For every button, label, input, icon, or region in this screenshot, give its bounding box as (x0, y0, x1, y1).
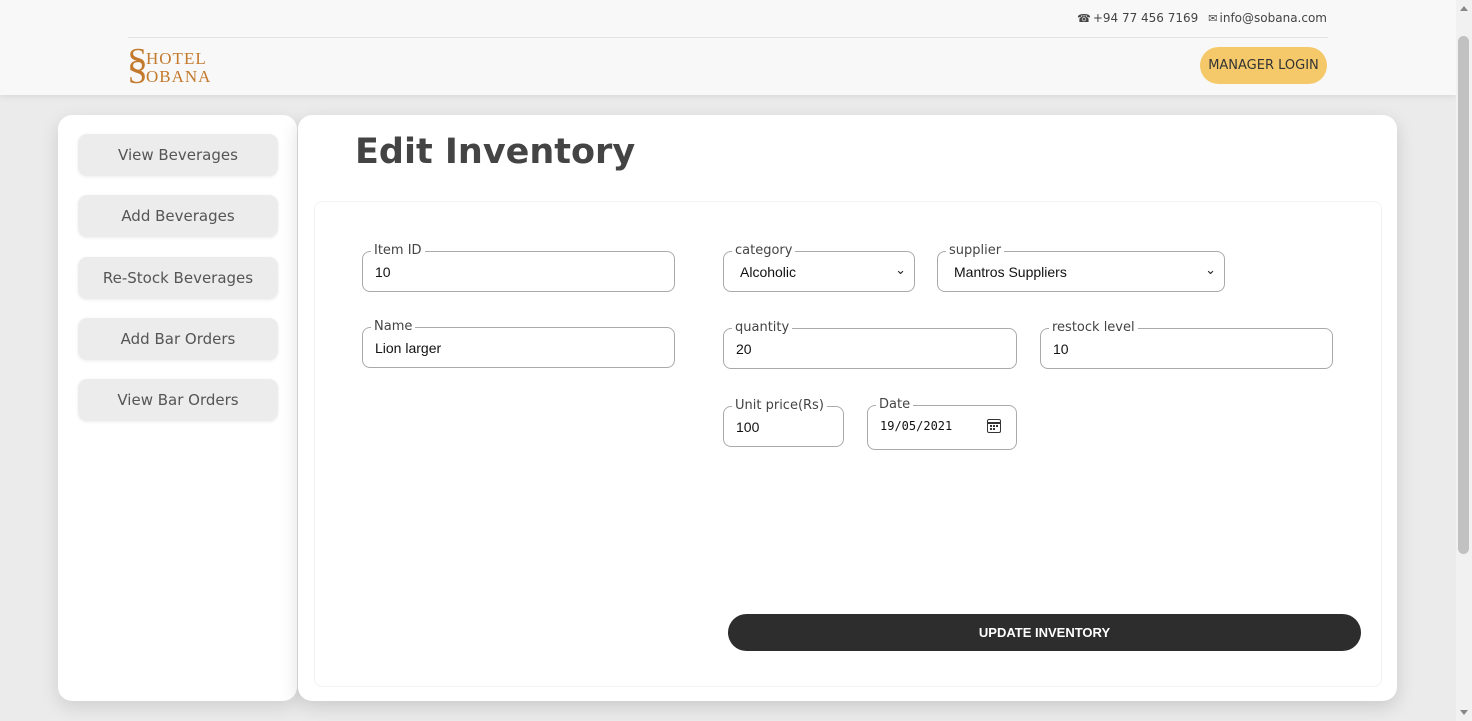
name-field[interactable]: Name Lion larger (362, 319, 675, 368)
vertical-scrollbar[interactable] (1456, 0, 1472, 721)
supplier-select[interactable]: supplier Mantros Suppliers ⌄ (937, 243, 1225, 292)
chevron-down-icon: ⌄ (1205, 262, 1216, 277)
sidebar: View Beverages Add Beverages Re-Stock Be… (58, 115, 297, 701)
main-panel: Edit Inventory Item ID 10 category Alcoh… (298, 115, 1397, 701)
restock-level-label: restock level (1049, 320, 1138, 336)
quantity-value: 20 (736, 341, 752, 357)
calendar-icon[interactable] (987, 419, 1001, 433)
logo-word-hotel: HOTEL (146, 49, 207, 68)
date-value: 19/05/2021 (880, 419, 953, 433)
restock-level-value: 10 (1053, 341, 1069, 357)
envelope-icon: ✉ (1208, 12, 1218, 25)
category-value: Alcoholic (740, 264, 797, 280)
phone-icon: ☎ (1077, 12, 1091, 25)
name-value: Lion larger (375, 340, 442, 356)
sidebar-item-view-beverages[interactable]: View Beverages (78, 134, 278, 176)
logo-letter-s-bottom: S (128, 54, 147, 91)
header-divider (128, 37, 1328, 38)
date-label: Date (876, 397, 914, 413)
phone-contact[interactable]: ☎ +94 77 456 7169 (1077, 11, 1198, 25)
sidebar-item-restock-beverages[interactable]: Re-Stock Beverages (78, 257, 278, 299)
sidebar-item-add-bar-orders[interactable]: Add Bar Orders (78, 318, 278, 360)
item-id-field[interactable]: Item ID 10 (362, 243, 675, 292)
hotel-logo[interactable]: S S HOTEL OBANA (128, 44, 212, 91)
email-contact[interactable]: ✉ info@sobana.com (1208, 11, 1327, 25)
item-id-label: Item ID (371, 243, 425, 259)
sidebar-item-view-bar-orders[interactable]: View Bar Orders (78, 379, 278, 421)
scroll-down-arrow-icon[interactable] (1460, 710, 1468, 715)
logo-word-obana: OBANA (146, 67, 212, 86)
chevron-down-icon: ⌄ (895, 262, 906, 277)
page-title: Edit Inventory (355, 132, 636, 172)
manager-login-button[interactable]: MANAGER LOGIN (1200, 47, 1327, 84)
item-id-value: 10 (375, 264, 391, 280)
unit-price-label: Unit price(Rs) (732, 398, 827, 414)
scroll-up-arrow-icon[interactable] (1460, 6, 1468, 11)
unit-price-field[interactable]: Unit price(Rs) 100 (723, 398, 844, 447)
category-select[interactable]: category Alcoholic ⌄ (723, 243, 915, 292)
unit-price-value: 100 (736, 419, 760, 435)
sidebar-item-add-beverages[interactable]: Add Beverages (78, 195, 278, 237)
supplier-label: supplier (946, 243, 1005, 259)
scroll-thumb[interactable] (1458, 36, 1469, 554)
supplier-value: Mantros Suppliers (954, 264, 1067, 280)
update-inventory-button[interactable]: UPDATE INVENTORY (728, 614, 1361, 651)
date-field[interactable]: Date 19/05/2021 (867, 397, 1017, 450)
email-address: info@sobana.com (1219, 11, 1327, 25)
name-label: Name (371, 319, 416, 335)
restock-level-field[interactable]: restock level 10 (1040, 320, 1333, 369)
top-header: ☎ +94 77 456 7169 ✉ info@sobana.com S S HO… (0, 0, 1456, 95)
phone-number: +94 77 456 7169 (1092, 11, 1199, 25)
category-label: category (732, 243, 796, 259)
quantity-label: quantity (732, 320, 793, 336)
quantity-field[interactable]: quantity 20 (723, 320, 1017, 369)
inventory-form: Item ID 10 category Alcoholic ⌄ supplier… (314, 201, 1382, 687)
contact-info: ☎ +94 77 456 7169 ✉ info@sobana.com (1077, 11, 1327, 25)
